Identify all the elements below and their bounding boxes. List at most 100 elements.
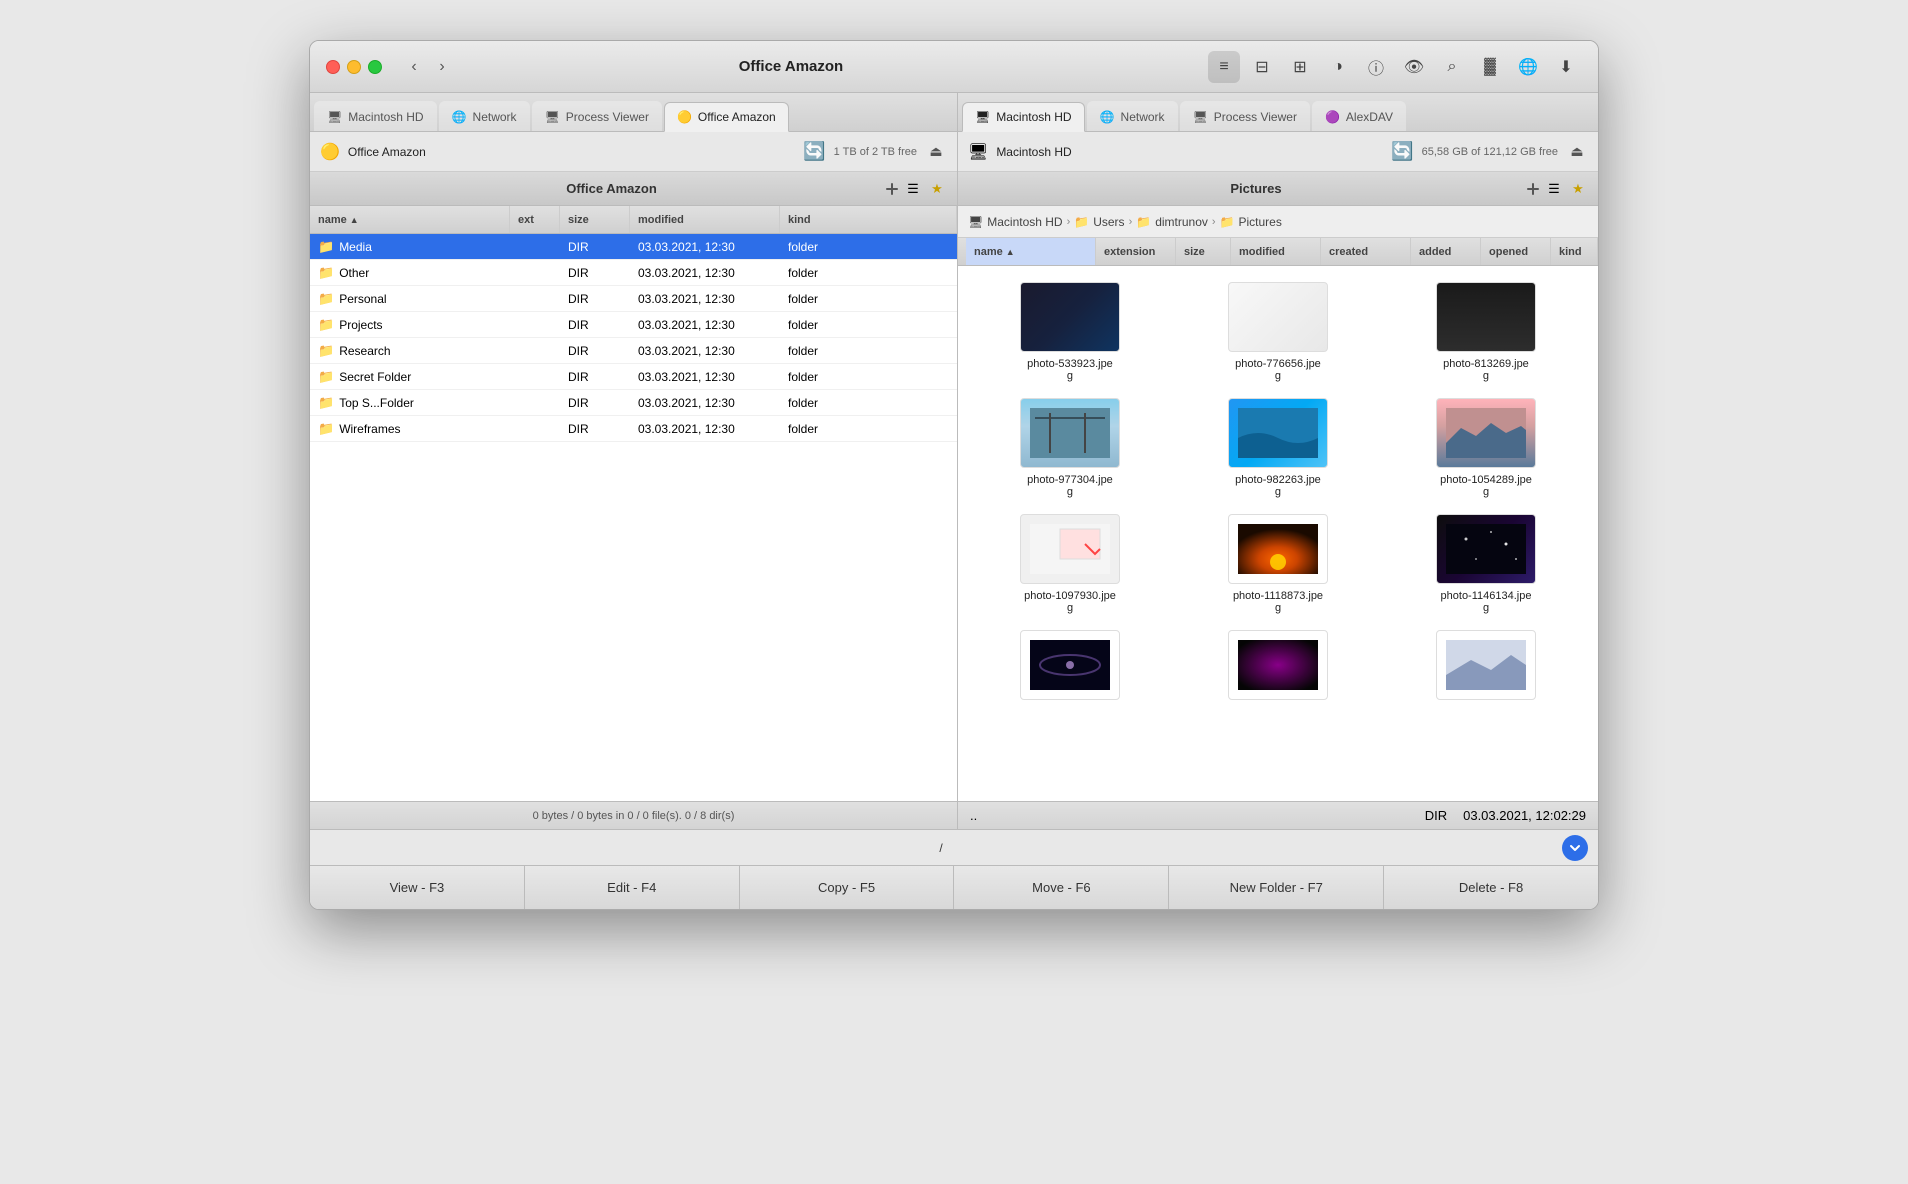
left-eject-btn[interactable]: ⏏	[925, 141, 947, 163]
minimize-button[interactable]	[347, 60, 361, 74]
left-pane: 🟡 Office Amazon 🔄 1 TB of 2 TB free ⏏ Of…	[310, 132, 958, 829]
photo-item-977304[interactable]: photo-977304.jpeg	[966, 390, 1174, 506]
photo-item-776656[interactable]: photo-776656.jpeg	[1174, 274, 1382, 390]
right-view-list-btn[interactable]: ☰	[1544, 179, 1564, 199]
right-col-kind[interactable]: kind	[1551, 238, 1598, 265]
photo-name-776656: photo-776656.jpeg	[1235, 358, 1321, 382]
tab-alexdav-right[interactable]: 🟣 AlexDAV	[1312, 101, 1406, 131]
photo-item-row4-2[interactable]	[1174, 622, 1382, 708]
tab-macos-right[interactable]: 🖥 Macintosh HD	[962, 102, 1085, 132]
breadcrumb-users-icon: 📁	[1074, 215, 1089, 229]
left-col-ext[interactable]: ext	[510, 206, 560, 233]
close-button[interactable]	[326, 60, 340, 74]
folder-icon-research: 📁	[318, 343, 334, 359]
path-bar: /	[310, 829, 1598, 865]
breadcrumb-users[interactable]: 📁 Users	[1074, 215, 1124, 229]
breadcrumb-bar: 🖥 Macintosh HD › 📁 Users › 📁 dimtrunov ›…	[958, 206, 1598, 238]
right-col-created[interactable]: created	[1321, 238, 1411, 265]
tab-network-right-icon: 🌐	[1100, 110, 1115, 124]
photo-item-533923[interactable]: photo-533923.jpeg	[966, 274, 1174, 390]
photo-item-1054289[interactable]: photo-1054289.jpeg	[1382, 390, 1590, 506]
photo-item-row4-3[interactable]	[1382, 622, 1590, 708]
breadcrumb-pictures-icon: 📁	[1220, 215, 1235, 229]
file-row-other[interactable]: 📁 Other DIR 03.03.2021, 12:30 folder	[310, 260, 957, 286]
edit-f4-btn[interactable]: Edit - F4	[525, 866, 740, 909]
folder-icon-projects: 📁	[318, 317, 334, 333]
right-sort-asc-icon: ▲	[1006, 247, 1015, 257]
right-col-size[interactable]: size	[1176, 238, 1231, 265]
preview-icon[interactable]: 👁	[1398, 51, 1430, 83]
tab-network-left[interactable]: 🌐 Network	[439, 101, 530, 131]
right-panel-add-btn[interactable]	[1522, 178, 1544, 200]
breadcrumb-pictures[interactable]: 📁 Pictures	[1220, 215, 1282, 229]
right-status-modified: 03.03.2021, 12:02:29	[1463, 808, 1586, 823]
right-col-added[interactable]: added	[1411, 238, 1481, 265]
left-panel-add-btn[interactable]	[881, 178, 903, 200]
folder-icon-wireframes: 📁	[318, 421, 334, 437]
tab-process-left[interactable]: 🖥 Process Viewer	[532, 101, 662, 131]
tab-process-right[interactable]: 🖥 Process Viewer	[1180, 101, 1310, 131]
right-location-sync[interactable]: 🔄	[1391, 141, 1413, 162]
file-row-personal[interactable]: 📁 Personal DIR 03.03.2021, 12:30 folder	[310, 286, 957, 312]
right-location-icon: 🖥	[968, 142, 988, 162]
copy-f5-btn[interactable]: Copy - F5	[740, 866, 955, 909]
right-col-name[interactable]: name ▲	[966, 238, 1096, 265]
left-file-list[interactable]: 📁 Media DIR 03.03.2021, 12:30 folder 📁 O…	[310, 234, 957, 801]
filter-icon[interactable]: ▓	[1474, 51, 1506, 83]
photo-item-982263[interactable]: photo-982263.jpeg	[1174, 390, 1382, 506]
tab-network-right[interactable]: 🌐 Network	[1087, 101, 1178, 131]
file-row-projects[interactable]: 📁 Projects DIR 03.03.2021, 12:30 folder	[310, 312, 957, 338]
view-f3-btn[interactable]: View - F3	[310, 866, 525, 909]
right-panel-title: Pictures	[990, 181, 1522, 196]
move-f6-btn[interactable]: Move - F6	[954, 866, 1169, 909]
photo-item-1097930[interactable]: photo-1097930.jpeg	[966, 506, 1174, 622]
new-folder-f7-btn[interactable]: New Folder - F7	[1169, 866, 1384, 909]
photo-item-1146134[interactable]: photo-1146134.jpeg	[1382, 506, 1590, 622]
breadcrumb-dimtrunov[interactable]: 📁 dimtrunov	[1136, 215, 1208, 229]
file-row-media[interactable]: 📁 Media DIR 03.03.2021, 12:30 folder	[310, 234, 957, 260]
tab-process-right-icon: 🖥	[1193, 110, 1208, 124]
folder-icon-other: 📁	[318, 265, 334, 281]
left-col-modified[interactable]: modified	[630, 206, 780, 233]
left-panel-header: Office Amazon ☰ ★	[310, 172, 957, 206]
list-view-icon[interactable]: ≡	[1208, 51, 1240, 83]
maximize-button[interactable]	[368, 60, 382, 74]
breadcrumb-dimtrunov-icon: 📁	[1136, 215, 1151, 229]
left-star-btn[interactable]: ★	[927, 179, 947, 199]
breadcrumb-machd[interactable]: 🖥 Macintosh HD	[968, 215, 1063, 229]
binocular-icon[interactable]: ⌕	[1436, 51, 1468, 83]
grid-view-icon[interactable]: ⊞	[1284, 51, 1316, 83]
photo-grid[interactable]: photo-533923.jpeg photo-776656.jpeg phot…	[958, 266, 1598, 801]
detail-view-icon[interactable]: ⊟	[1246, 51, 1278, 83]
breadcrumb-sep-2: ›	[1129, 216, 1133, 228]
toggle-icon[interactable]: ◑	[1322, 51, 1354, 83]
right-col-extension[interactable]: extension	[1096, 238, 1176, 265]
file-row-wireframes[interactable]: 📁 Wireframes DIR 03.03.2021, 12:30 folde…	[310, 416, 957, 442]
file-row-research[interactable]: 📁 Research DIR 03.03.2021, 12:30 folder	[310, 338, 957, 364]
file-row-top-secret[interactable]: 📁 Top S...Folder DIR 03.03.2021, 12:30 f…	[310, 390, 957, 416]
network-share-icon[interactable]: 🌐	[1512, 51, 1544, 83]
right-col-opened[interactable]: opened	[1481, 238, 1551, 265]
photo-thumb-533923	[1020, 282, 1120, 352]
tab-macos-left[interactable]: 🖥 Macintosh HD	[314, 101, 437, 131]
photo-item-row4-1[interactable]	[966, 622, 1174, 708]
download-icon[interactable]: ⬇	[1550, 51, 1582, 83]
left-col-kind[interactable]: kind	[780, 206, 957, 233]
info-icon[interactable]: ⓘ	[1360, 51, 1392, 83]
path-dropdown-btn[interactable]	[1562, 835, 1588, 861]
left-location-sync[interactable]: 🔄	[803, 141, 825, 162]
left-col-name[interactable]: name ▲	[310, 206, 510, 233]
delete-f8-btn[interactable]: Delete - F8	[1384, 866, 1598, 909]
file-row-secret[interactable]: 📁 Secret Folder DIR 03.03.2021, 12:30 fo…	[310, 364, 957, 390]
right-star-btn[interactable]: ★	[1568, 179, 1588, 199]
left-col-size[interactable]: size	[560, 206, 630, 233]
toolbar-icons: ≡ ⊟ ⊞ ◑ ⓘ 👁 ⌕ ▓ 🌐 ⬇	[1208, 51, 1582, 83]
photo-item-1118873[interactable]: photo-1118873.jpeg	[1174, 506, 1382, 622]
right-eject-btn[interactable]: ⏏	[1566, 141, 1588, 163]
photo-item-813269[interactable]: photo-813269.jpeg	[1382, 274, 1590, 390]
right-col-modified[interactable]: modified	[1231, 238, 1321, 265]
tab-office-left[interactable]: 🟡 Office Amazon	[664, 102, 789, 132]
path-text: /	[320, 841, 1562, 855]
left-view-list-btn[interactable]: ☰	[903, 179, 923, 199]
photo-thumb-776656	[1228, 282, 1328, 352]
